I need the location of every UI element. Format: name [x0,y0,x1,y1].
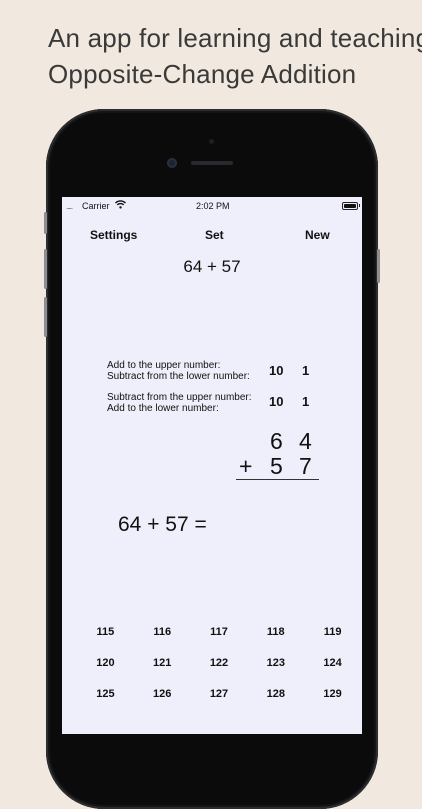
earpiece-speaker [191,161,233,165]
answer-button[interactable]: 116 [134,624,191,655]
add-upper-10-button[interactable]: 10 [269,363,283,378]
mute-switch [44,212,47,234]
adjust-label-upper-subtract: Subtract from the upper number: Add to t… [107,392,252,414]
subtract-upper-10-button[interactable]: 10 [269,394,283,409]
upper-tens-digit: 6 [270,428,283,454]
headline-line-1: An app for learning and teaching [48,23,422,53]
proximity-sensor [209,139,214,144]
carrier-label: Carrier [82,201,110,211]
set-button[interactable]: Set [205,228,224,242]
upper-ones-digit: 4 [299,428,312,454]
equation: 64 + 57 = [118,513,207,536]
power-button [377,249,380,283]
status-time: 2:02 PM [196,201,230,211]
answer-button[interactable]: 123 [247,655,304,686]
answer-button[interactable]: 122 [191,655,248,686]
answer-grid: 115 116 117 118 119 120 121 122 123 124 125 126 127 1… [77,624,361,717]
add-lower-text: Add to the lower number: [107,403,219,414]
app-screen: ..... Carrier 2:02 PM Settings Set New 6… [62,197,362,734]
settings-button[interactable]: Settings [90,228,137,242]
battery-icon [342,202,360,210]
answer-button[interactable]: 118 [247,624,304,655]
subtract-upper-1-button[interactable]: 1 [302,394,309,409]
subtract-lower-text: Subtract from the lower number: [107,371,250,382]
volume-up-button [44,249,47,289]
signal-icon: ..... [66,202,73,211]
wifi-icon [115,200,126,211]
sum-line [236,479,319,480]
plus-sign: + [239,453,253,479]
lower-tens-digit: 5 [270,453,283,479]
lower-ones-digit: 7 [299,453,312,479]
answer-button[interactable]: 117 [191,624,248,655]
answer-button[interactable]: 126 [134,686,191,717]
answer-button[interactable]: 127 [191,686,248,717]
answer-button[interactable]: 119 [304,624,361,655]
answer-button[interactable]: 120 [77,655,134,686]
adjust-label-upper-add: Add to the upper number: Subtract from t… [107,360,250,382]
add-upper-text: Add to the upper number: [107,360,221,371]
add-upper-1-button[interactable]: 1 [302,363,309,378]
volume-down-button [44,297,47,337]
status-bar: ..... Carrier 2:02 PM [62,197,362,213]
problem-title: 64 + 57 [183,257,241,276]
answer-button[interactable]: 125 [77,686,134,717]
front-camera-icon [167,158,177,168]
answer-button[interactable]: 124 [304,655,361,686]
headline: An app for learning and teaching Opposit… [48,20,422,92]
answer-button[interactable]: 121 [134,655,191,686]
answer-button[interactable]: 115 [77,624,134,655]
answer-button[interactable]: 128 [247,686,304,717]
new-button[interactable]: New [305,228,330,242]
answer-button[interactable]: 129 [304,686,361,717]
headline-line-2: Opposite-Change Addition [48,59,357,89]
subtract-upper-text: Subtract from the upper number: [107,392,252,403]
